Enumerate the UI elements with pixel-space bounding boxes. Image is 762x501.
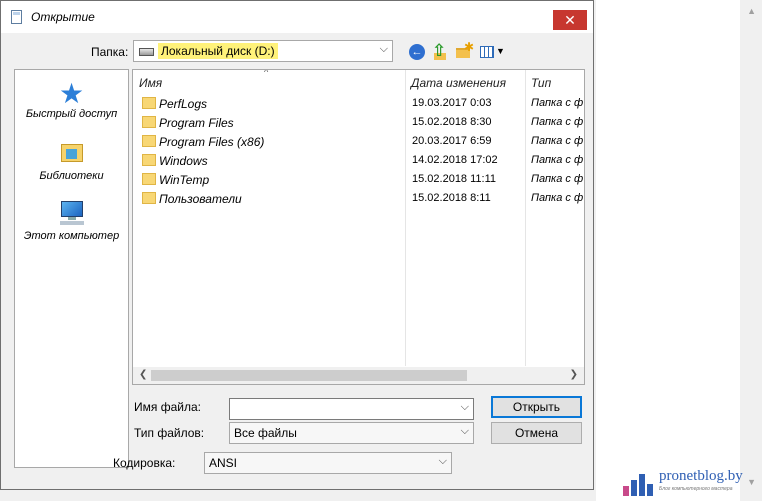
folder-icon xyxy=(142,135,156,147)
up-arrow-icon: ⇧ xyxy=(432,41,447,60)
item-name: WinTemp xyxy=(159,173,210,187)
item-date: 14.02.2018 17:02 xyxy=(412,154,498,166)
list-item[interactable]: WinTemp 15.02.2018 11:11 Папка с ф xyxy=(133,170,584,189)
encoding-select[interactable]: ANSI ⌵ xyxy=(204,452,452,474)
scroll-thumb[interactable] xyxy=(151,370,467,381)
horizontal-scrollbar[interactable]: ❮ ❯ xyxy=(133,367,584,384)
encoding-label: Кодировка: xyxy=(113,456,176,470)
close-button[interactable]: ✕ xyxy=(553,10,587,30)
views-menu-button[interactable]: ▼ xyxy=(479,42,505,62)
watermark: pronetblog.by Блог компьютерного мастера xyxy=(617,468,757,498)
folder-combo[interactable]: Локальный диск (D:) ⌵ xyxy=(133,40,393,62)
chevron-down-icon[interactable]: ⌵ xyxy=(461,401,469,414)
folder-icon xyxy=(142,154,156,166)
list-item[interactable]: Пользователи 15.02.2018 8:11 Папка с ф xyxy=(133,189,584,208)
cancel-button[interactable]: Отмена xyxy=(491,422,582,444)
item-date: 15.02.2018 11:11 xyxy=(412,173,497,185)
filetype-select[interactable]: Все файлы ⌵ xyxy=(229,422,474,444)
folder-icon xyxy=(142,173,156,185)
filetype-value: Все файлы xyxy=(234,426,297,440)
watermark-text: pronetblog.by xyxy=(659,468,743,484)
folder-icon xyxy=(142,97,156,109)
encoding-value: ANSI xyxy=(209,456,238,470)
dropdown-triangle-icon: ▼ xyxy=(496,46,505,56)
libraries-icon xyxy=(59,140,85,164)
scroll-up-arrow-icon[interactable]: ▲ xyxy=(747,6,756,16)
item-type: Папка с ф xyxy=(531,135,584,147)
filename-label: Имя файла: xyxy=(134,400,201,414)
drive-icon xyxy=(139,48,154,56)
background-scrollbar[interactable]: ▲ ▼ xyxy=(740,0,762,501)
open-button[interactable]: Открыть xyxy=(491,396,582,418)
folder-icon xyxy=(142,192,156,204)
chevron-down-icon[interactable]: ⌵ xyxy=(380,43,388,56)
list-item[interactable]: PerfLogs 19.03.2017 0:03 Папка с ф xyxy=(133,94,584,113)
item-date: 15.02.2018 8:11 xyxy=(412,192,491,204)
place-label: Быстрый доступ xyxy=(25,108,118,120)
item-date: 20.03.2017 6:59 xyxy=(412,135,492,147)
item-name: PerfLogs xyxy=(159,97,208,111)
item-date: 19.03.2017 0:03 xyxy=(412,97,492,109)
chevron-down-icon[interactable]: ⌵ xyxy=(439,455,447,468)
list-item[interactable]: Program Files 15.02.2018 8:30 Папка с ф xyxy=(133,113,584,132)
filename-input[interactable] xyxy=(233,401,448,417)
list-item[interactable]: Program Files (x86) 20.03.2017 6:59 Папк… xyxy=(133,132,584,151)
item-name: Пользователи xyxy=(159,192,242,206)
filename-combo[interactable]: ⌵ xyxy=(229,398,474,420)
watermark-subtext: Блог компьютерного мастера xyxy=(659,486,733,492)
file-list[interactable]: ^ Имя Дата изменения Тип PerfLogs 19.03.… xyxy=(132,69,585,385)
window-title: Открытие xyxy=(31,10,95,24)
item-type: Папка с ф xyxy=(531,173,584,185)
places-bar: ★ Быстрый доступ Библиотеки Этот компьют… xyxy=(14,69,129,468)
scroll-left-icon[interactable]: ❮ xyxy=(139,369,147,380)
list-item[interactable]: Windows 14.02.2018 17:02 Папка с ф xyxy=(133,151,584,170)
item-type: Папка с ф xyxy=(531,154,584,166)
open-file-dialog: Открытие ✕ Папка: Локальный диск (D:) ⌵ … xyxy=(0,0,594,490)
new-folder-button[interactable]: ✱ xyxy=(453,40,475,62)
notepad-icon xyxy=(11,10,22,24)
back-button[interactable]: ← xyxy=(407,42,427,62)
item-type: Папка с ф xyxy=(531,192,584,204)
views-icon xyxy=(480,46,494,58)
computer-icon xyxy=(58,200,86,226)
watermark-logo-icon xyxy=(617,470,657,496)
up-folder-button[interactable]: ⇧ xyxy=(429,42,449,62)
place-quick-access[interactable]: ★ Быстрый доступ xyxy=(15,78,128,121)
column-header-date[interactable]: Дата изменения xyxy=(411,76,506,90)
background-window: ▲ ▼ xyxy=(596,0,762,501)
place-label: Библиотеки xyxy=(39,170,104,182)
place-label: Этот компьютер xyxy=(23,230,120,242)
folder-combo-value: Локальный диск (D:) xyxy=(158,43,278,59)
folder-label: Папка: xyxy=(91,45,129,59)
star-icon: ★ xyxy=(58,78,85,109)
item-date: 15.02.2018 8:30 xyxy=(412,116,492,128)
place-libraries[interactable]: Библиотеки xyxy=(15,140,128,182)
item-name: Program Files xyxy=(159,116,234,130)
item-type: Папка с ф xyxy=(531,97,584,109)
column-header-type[interactable]: Тип xyxy=(531,76,551,90)
item-name: Windows xyxy=(159,154,208,168)
sort-ascending-icon: ^ xyxy=(264,69,269,77)
sparkle-icon: ✱ xyxy=(464,40,475,54)
item-type: Папка с ф xyxy=(531,116,584,128)
folder-icon xyxy=(142,116,156,128)
filetype-label: Тип файлов: xyxy=(134,426,205,440)
title-bar[interactable]: Открытие ✕ xyxy=(1,1,593,33)
scroll-right-icon[interactable]: ❯ xyxy=(570,369,578,380)
column-header-name[interactable]: Имя xyxy=(139,76,162,90)
item-name: Program Files (x86) xyxy=(159,135,265,149)
back-icon: ← xyxy=(409,44,425,60)
chevron-down-icon[interactable]: ⌵ xyxy=(461,425,469,438)
place-this-pc[interactable]: Этот компьютер xyxy=(15,200,128,242)
